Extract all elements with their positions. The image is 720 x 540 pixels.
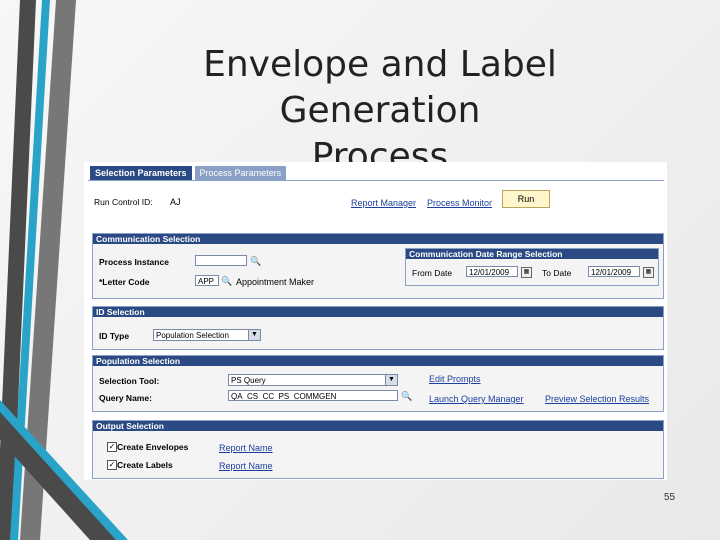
id-type-select[interactable]: Population Selection ▼ [153, 329, 261, 341]
id-type-value: Population Selection [156, 331, 229, 340]
selection-tool-value: PS Query [231, 376, 266, 385]
to-date-field[interactable]: 12/01/2009 [588, 266, 640, 277]
population-selection-group: Population Selection Selection Tool: PS … [92, 355, 664, 412]
letter-code-label: *Letter Code [99, 277, 150, 287]
peoplesoft-screenshot: Selection Parameters Process Parameters … [84, 162, 667, 480]
query-name-field[interactable]: QA_CS_CC_PS_COMMGEN [228, 390, 398, 401]
tab-process-parameters[interactable]: Process Parameters [194, 166, 287, 180]
communication-selection-header: Communication Selection [93, 234, 663, 244]
date-range-header: Communication Date Range Selection [406, 249, 658, 259]
lookup-icon[interactable]: 🔍 [221, 276, 232, 286]
create-envelopes-label: Create Envelopes [117, 442, 189, 452]
run-control-label: Run Control ID: [94, 197, 153, 207]
create-envelopes-checkbox[interactable]: ✓ [107, 442, 117, 452]
selection-tool-select[interactable]: PS Query ▼ [228, 374, 398, 386]
letter-code-description: Appointment Maker [236, 277, 315, 287]
letter-code-field[interactable]: APP [195, 275, 219, 286]
id-selection-group: ID Selection ID Type Population Selectio… [92, 306, 664, 350]
id-type-label: ID Type [99, 331, 130, 341]
id-selection-header: ID Selection [93, 307, 663, 317]
tab-bar: Selection Parameters Process Parameters [90, 166, 287, 180]
tab-underline [88, 180, 664, 181]
slide-number: 55 [664, 492, 676, 503]
to-date-label: To Date [542, 268, 572, 278]
slide-title-line1: Envelope and Label Generation [203, 44, 557, 131]
labels-report-name-link[interactable]: Report Name [219, 461, 273, 471]
run-control-value: AJ [170, 197, 181, 207]
query-name-label: Query Name: [99, 393, 152, 403]
chevron-down-icon: ▼ [248, 330, 260, 340]
output-selection-header: Output Selection [93, 421, 663, 431]
launch-query-manager-link[interactable]: Launch Query Manager [429, 394, 524, 404]
selection-tool-label: Selection Tool: [99, 376, 160, 386]
edit-prompts-link[interactable]: Edit Prompts [429, 374, 481, 384]
calendar-icon[interactable]: ▦ [521, 267, 532, 278]
tab-selection-parameters[interactable]: Selection Parameters [90, 166, 192, 180]
report-manager-link[interactable]: Report Manager [351, 198, 416, 208]
from-date-field[interactable]: 12/01/2009 [466, 266, 518, 277]
envelopes-report-name-link[interactable]: Report Name [219, 443, 273, 453]
create-labels-checkbox[interactable]: ✓ [107, 460, 117, 470]
lookup-icon[interactable]: 🔍 [401, 391, 412, 401]
population-selection-header: Population Selection [93, 356, 663, 366]
communication-selection-group: Communication Selection Process Instance… [92, 233, 664, 299]
date-range-group: Communication Date Range Selection From … [405, 248, 659, 286]
process-monitor-link[interactable]: Process Monitor [427, 198, 492, 208]
process-instance-field[interactable] [195, 255, 247, 266]
lookup-icon[interactable]: 🔍 [250, 256, 261, 266]
chevron-down-icon: ▼ [385, 375, 397, 385]
slide-title: Envelope and Label Generation Process [110, 42, 650, 180]
calendar-icon[interactable]: ▦ [643, 267, 654, 278]
from-date-label: From Date [412, 268, 453, 278]
preview-selection-results-link[interactable]: Preview Selection Results [545, 394, 649, 404]
process-instance-label: Process Instance [99, 257, 169, 267]
create-labels-label: Create Labels [117, 460, 173, 470]
output-selection-group: Output Selection ✓ Create Envelopes Repo… [92, 420, 664, 479]
run-button[interactable]: Run [502, 190, 550, 208]
